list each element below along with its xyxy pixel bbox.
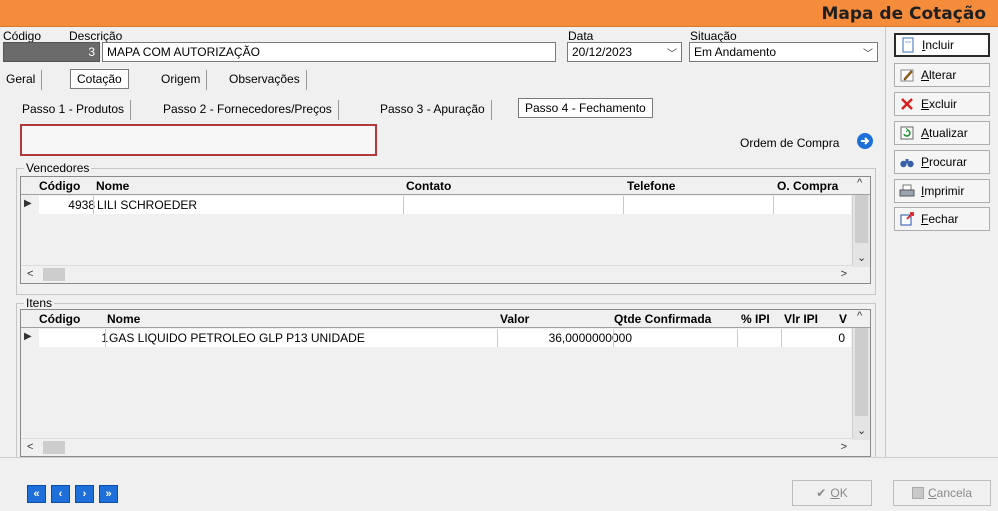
situacao-select[interactable]: Em Andamento ﹀ [689,42,878,62]
col-ocompra[interactable]: O. Compra [777,179,851,193]
step-produtos[interactable]: Passo 1 - Produtos [16,100,132,120]
refresh-icon [899,125,917,141]
grid-header: Código Nome Valor Qtde Confirmada % IPI … [21,310,870,328]
ordem-compra-label[interactable]: Ordem de Compra [740,136,839,150]
ok-button[interactable]: ✔ OK [792,480,872,506]
next-record-button[interactable]: › [75,485,94,503]
itens-title: Itens [24,296,55,310]
chevron-down-icon[interactable]: ﹀ [863,45,873,60]
incluir-button[interactable]: Incluir [894,33,990,57]
chevron-down-icon[interactable]: ⌄ [857,251,866,264]
col-codigo[interactable]: Código [39,179,80,193]
first-record-button[interactable]: « [27,485,46,503]
cancela-button[interactable]: Cancela [893,480,991,506]
action-panel: Incluir Alterar Excluir Atualizar Procur… [885,27,998,457]
chevron-left-icon[interactable]: < [27,268,33,280]
cell-nome: LILI SCHROEDER [97,198,198,212]
pencil-icon [899,67,917,83]
chevron-right-icon[interactable]: > [841,441,847,453]
footer-bar: « ‹ › » ✔ OK Cancela [0,457,998,511]
cell-codigo: 4938 [68,198,95,212]
blue-arrow-icon[interactable] [857,133,873,149]
tab-geral[interactable]: Geral [0,70,43,90]
data-value: 20/12/2023 [572,45,633,59]
highlight-box [20,124,377,156]
atualizar-button[interactable]: Atualizar [894,121,990,145]
col-qtde-confirmada[interactable]: Qtde Confirmada [614,312,711,326]
step-fechamento[interactable]: Passo 4 - Fechamento [518,98,653,118]
data-label: Data [568,29,594,43]
fechar-button[interactable]: Fechar [894,207,990,231]
vencedores-title: Vencedores [24,161,92,175]
chevron-left-icon[interactable]: < [27,441,33,453]
col-valor[interactable]: Valor [500,312,529,326]
descricao-field[interactable]: MAPA COM AUTORIZAÇÃO [102,42,556,62]
chevron-right-icon[interactable]: > [841,268,847,280]
table-row[interactable]: 4938 LILI SCHROEDER [39,196,851,214]
cell-valor: 36,0000000000 [548,331,632,345]
col-vlr-ipi[interactable]: Vlr IPI [784,312,818,326]
col-v[interactable]: V [839,312,849,326]
title-bar: Mapa de Cotação [0,0,998,27]
step-fornecedores[interactable]: Passo 2 - Fornecedores/Preços [157,100,339,120]
tab-origem[interactable]: Origem [155,70,208,90]
situacao-label: Situação [690,29,737,43]
printer-icon [899,183,917,199]
vertical-scrollbar[interactable]: ^ ⌄ [852,310,870,440]
itens-grid[interactable]: Código Nome Valor Qtde Confirmada % IPI … [20,309,871,457]
situacao-value: Em Andamento [694,45,777,59]
chevron-up-icon[interactable]: ^ [857,177,862,189]
tab-observacoes[interactable]: Observações [223,70,307,90]
codigo-label: Código [3,29,42,43]
window-title: Mapa de Cotação [821,4,986,24]
col-telefone[interactable]: Telefone [627,179,675,193]
col-codigo[interactable]: Código [39,312,80,326]
document-icon [900,37,918,53]
alterar-button[interactable]: Alterar [894,63,990,87]
binoculars-icon [899,154,917,170]
vencedores-grid[interactable]: Código Nome Contato Telefone O. Compra ▶… [20,176,871,284]
chevron-down-icon[interactable]: ⌄ [857,424,866,437]
chevron-down-icon[interactable]: ﹀ [667,45,677,60]
vertical-scrollbar[interactable]: ^ ⌄ [852,177,870,267]
step-apuracao[interactable]: Passo 3 - Apuração [374,100,492,120]
red-x-icon [899,96,917,112]
cell-nome: GAS LIQUIDO PETROLEO GLP P13 UNIDADE [109,331,365,345]
cell-vlr-ipi: 0 [838,331,845,345]
exit-icon [899,211,917,227]
cancel-icon [911,487,924,499]
codigo-field[interactable]: 3 [3,42,100,62]
col-ipi[interactable]: % IPI [741,312,770,326]
row-pointer-icon: ▶ [24,331,32,342]
excluir-button[interactable]: Excluir [894,92,990,116]
previous-record-button[interactable]: ‹ [51,485,70,503]
procurar-button[interactable]: Procurar [894,150,990,174]
col-nome[interactable]: Nome [96,179,129,193]
checkmark-icon: ✔ [816,486,827,500]
descricao-label: Descrição [69,29,123,43]
table-row[interactable]: 1 GAS LIQUIDO PETROLEO GLP P13 UNIDADE 3… [39,329,851,347]
data-field[interactable]: 20/12/2023 ﹀ [567,42,682,62]
tab-cotacao[interactable]: Cotação [70,69,129,89]
main-panel: Código Descrição Data Situação 3 MAPA CO… [0,27,885,463]
horizontal-scrollbar[interactable]: < > [21,438,853,456]
row-pointer-icon: ▶ [24,198,32,209]
col-contato[interactable]: Contato [406,179,451,193]
grid-header: Código Nome Contato Telefone O. Compra [21,177,870,195]
last-record-button[interactable]: » [99,485,118,503]
horizontal-scrollbar[interactable]: < > [21,265,853,283]
col-nome[interactable]: Nome [107,312,140,326]
chevron-up-icon[interactable]: ^ [857,310,862,322]
imprimir-button[interactable]: Imprimir [894,179,990,203]
